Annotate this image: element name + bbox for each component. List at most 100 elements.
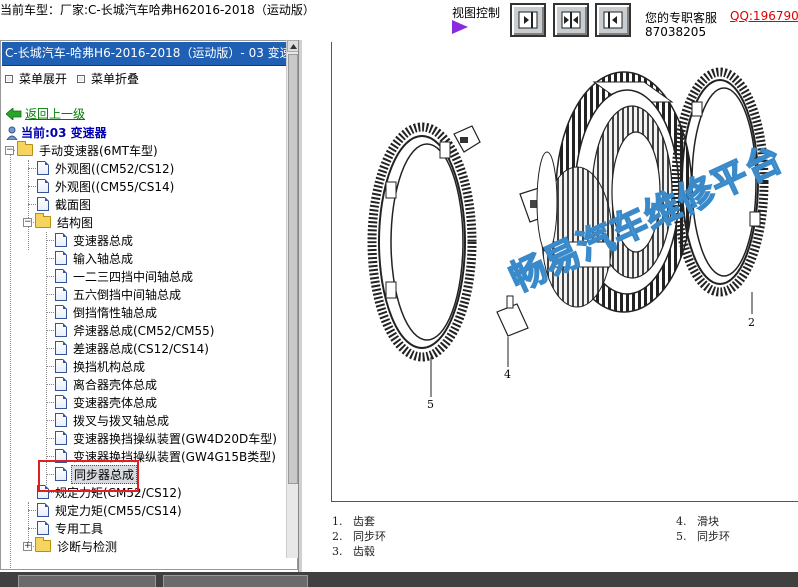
scroll-thumb[interactable]	[288, 54, 298, 484]
qq-contact-link[interactable]: QQ:1967900	[730, 9, 798, 23]
document-icon	[37, 485, 49, 499]
tree-item[interactable]: 斧速器总成(CM52/CM55)	[55, 321, 216, 339]
tree-label: 变速器总成	[73, 233, 134, 248]
expand-right-icon	[518, 11, 538, 29]
document-icon	[55, 377, 67, 391]
current-location-label: 当前:03 变速器	[21, 126, 107, 140]
customer-service-label: 您的专职客服	[645, 11, 718, 25]
car-model-title: 当前车型：厂家:C-长城汽车哈弗H62016-2018（运动版）	[0, 3, 315, 17]
split-view-button[interactable]	[553, 3, 589, 37]
document-icon	[37, 503, 49, 517]
folder-open-icon	[35, 213, 51, 228]
view-control-arrow-icon	[452, 20, 468, 34]
legend-item-4: 4. 滑块	[676, 515, 719, 528]
document-icon	[37, 521, 49, 535]
document-icon	[37, 179, 49, 193]
tree-label: 外观图((CM52/CS12)	[55, 161, 175, 176]
tree-label: 截面图	[55, 197, 92, 212]
back-link[interactable]: 返回上一级	[6, 105, 85, 122]
expand-menu-label: 菜单展开	[19, 72, 68, 86]
tree-item[interactable]: 变速器壳体总成	[55, 393, 159, 411]
collapse-menu-button[interactable]: 菜单折叠	[77, 70, 139, 87]
tree-item[interactable]: 变速器换挡操纵装置(GW4D20D车型)	[55, 429, 279, 447]
tree-item-synchronizer-selected[interactable]: 同步器总成	[55, 464, 138, 484]
document-icon	[55, 431, 67, 445]
tree-item-torque-cm52[interactable]: 规定力矩(CM52/CS12)	[37, 483, 184, 501]
back-link-label: 返回上一级	[25, 107, 86, 121]
callout-4: 4	[504, 368, 511, 381]
document-icon	[55, 233, 67, 247]
show-left-panel-button[interactable]	[510, 3, 546, 37]
document-icon	[55, 305, 67, 319]
menu-controls: 菜单展开 菜单折叠	[1, 70, 291, 90]
tree-folder-manual-transmission[interactable]: − 手动变速器(6MT车型)	[5, 141, 160, 159]
tree-item[interactable]: 拨叉与拨叉轴总成	[55, 411, 171, 429]
tree-item[interactable]: 一二三四挡中间轴总成	[55, 267, 195, 285]
callout-2: 2	[748, 316, 755, 329]
document-icon	[55, 287, 67, 301]
legend-item-2: 2. 同步环	[332, 530, 386, 543]
collapse-toggle-icon[interactable]: −	[5, 145, 14, 155]
tree-label: 输入轴总成	[73, 251, 134, 266]
tree-label: 差速器总成(CS12/CS14)	[73, 341, 209, 356]
show-right-panel-button[interactable]	[595, 3, 631, 37]
tree-label: 五六倒挡中间轴总成	[73, 287, 182, 302]
collapse-icon	[77, 74, 85, 83]
tree-item-exterior-cm52[interactable]: 外观图((CM52/CS12)	[37, 159, 176, 177]
bottom-tab-2[interactable]	[163, 575, 308, 587]
tree-folder-diagnosis[interactable]: + 诊断与检测	[23, 537, 119, 555]
tree-scrollbar[interactable]	[286, 40, 299, 558]
tree-label: 变速器换挡操纵装置(GW4G15B类型)	[73, 449, 276, 464]
tree-label: 外观图((CM55/CS14)	[55, 179, 175, 194]
qq-number-text: 87038205	[645, 25, 707, 39]
tree-item[interactable]: 倒挡惰性轴总成	[55, 303, 159, 321]
legend-item-1: 1. 齿套	[332, 515, 375, 528]
back-arrow-icon	[6, 107, 22, 120]
expand-toggle-icon[interactable]: +	[23, 541, 32, 551]
tree-label: 诊断与检测	[57, 539, 118, 554]
tree-item-section-view[interactable]: 截面图	[37, 195, 93, 213]
top-bar: 当前车型：厂家:C-长城汽车哈弗H62016-2018（运动版） 视图控制 您的…	[0, 0, 798, 40]
expand-menu-button[interactable]: 菜单展开	[5, 70, 67, 87]
chevron-up-icon	[289, 43, 297, 49]
bottom-tab-1[interactable]	[18, 575, 156, 587]
tree-label: 换挡机构总成	[73, 359, 146, 374]
tree-item[interactable]: 输入轴总成	[55, 249, 135, 267]
legend-item-5: 5. 同步环	[676, 530, 730, 543]
document-icon	[55, 467, 67, 481]
tree-label: 变速器壳体总成	[73, 395, 158, 410]
document-icon	[37, 161, 49, 175]
person-icon	[6, 126, 18, 140]
tree-folder-structure[interactable]: − 结构图	[23, 213, 95, 231]
document-icon	[55, 395, 67, 409]
collapse-menu-label: 菜单折叠	[91, 72, 140, 86]
view-control-label: 视图控制	[452, 6, 501, 20]
tree-label: 规定力矩(CM55/CS14)	[55, 503, 182, 518]
tree-item-exterior-cm55[interactable]: 外观图((CM55/CS14)	[37, 177, 176, 195]
tree-label: 专用工具	[55, 521, 104, 536]
tree-item-special-tools[interactable]: 专用工具	[37, 519, 105, 537]
tree-item[interactable]: 离合器壳体总成	[55, 375, 159, 393]
expand-icon	[5, 74, 13, 83]
document-icon	[55, 341, 67, 355]
tree-item[interactable]: 换挡机构总成	[55, 357, 147, 375]
tree-item[interactable]: 变速器换挡操纵装置(GW4G15B类型)	[55, 447, 278, 465]
collapse-toggle-icon[interactable]: −	[23, 217, 32, 227]
tree-label: 一二三四挡中间轴总成	[73, 269, 194, 284]
document-icon	[55, 323, 67, 337]
tree-item[interactable]: 差速器总成(CS12/CS14)	[55, 339, 211, 357]
tree-item-torque-cm55[interactable]: 规定力矩(CM55/CS14)	[37, 501, 184, 519]
tree-label: 结构图	[57, 215, 94, 230]
document-icon	[55, 359, 67, 373]
tree-label: 斧速器总成(CM52/CM55)	[73, 323, 215, 338]
folder-closed-icon	[35, 537, 51, 552]
tree-label: 变速器换挡操纵装置(GW4D20D车型)	[73, 431, 277, 446]
tree-item[interactable]: 变速器总成	[55, 231, 135, 249]
document-icon	[55, 413, 67, 427]
folder-open-icon	[17, 141, 33, 156]
tree-item[interactable]: 五六倒挡中间轴总成	[55, 285, 183, 303]
document-icon	[55, 251, 67, 265]
callout-5: 5	[427, 398, 434, 411]
document-tree: − 手动变速器(6MT车型) 外观图((CM52/CS12) 外观图((CM55…	[1, 141, 286, 569]
tree-label: 手动变速器(6MT车型)	[39, 143, 158, 158]
